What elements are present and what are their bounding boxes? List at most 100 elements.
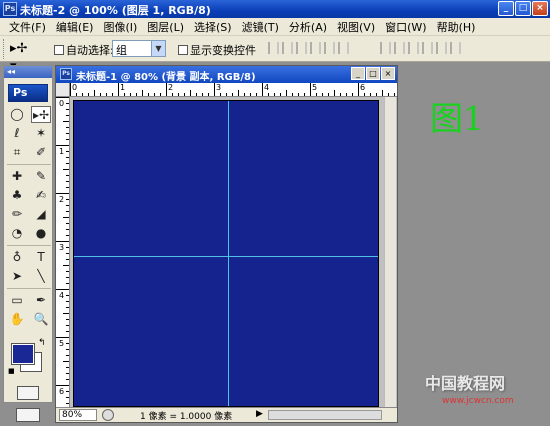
- toolbox-collapse[interactable]: ◂◂: [4, 66, 52, 78]
- menu-edit[interactable]: 编辑(E): [51, 19, 99, 35]
- quick-mask-button[interactable]: [17, 386, 39, 400]
- notes-tool-icon[interactable]: ▭: [7, 292, 27, 309]
- move-tool-icon[interactable]: ▸✢: [31, 106, 51, 123]
- ruler-tick: [66, 379, 69, 380]
- doc-close-button[interactable]: ×: [381, 67, 395, 80]
- distribute-buttons: [380, 42, 461, 54]
- type-tool-icon[interactable]: T: [31, 249, 51, 266]
- eraser-tool-icon[interactable]: ✏: [7, 206, 27, 223]
- ruler-tick: [66, 103, 69, 104]
- align-top-icon[interactable]: [268, 42, 279, 54]
- status-menu-arrow[interactable]: ▶: [256, 409, 263, 419]
- horizontal-scrollbar[interactable]: [268, 410, 382, 420]
- foreground-color-swatch[interactable]: [11, 343, 35, 365]
- ruler-tick: [262, 83, 263, 96]
- horizontal-guide[interactable]: [74, 256, 378, 257]
- photoshop-logo[interactable]: Ps: [8, 84, 48, 102]
- document-titlebar[interactable]: Ps 未标题-1 @ 80% (背景 副本, RGB/8) _ □ ×: [56, 66, 397, 83]
- ruler-tick: [66, 367, 69, 368]
- ruler-tick: [66, 391, 69, 392]
- hand-tool-icon[interactable]: ✋: [7, 311, 27, 328]
- paint-bucket-tool-icon[interactable]: ◢: [31, 206, 51, 223]
- clone-stamp-tool-icon[interactable]: ♣: [7, 187, 27, 204]
- vertical-scrollbar[interactable]: [384, 97, 396, 407]
- align-right-icon[interactable]: [338, 42, 349, 54]
- tool-preset-picker[interactable]: ▸✢ ▾: [10, 40, 38, 74]
- default-colors-icon[interactable]: ■: [8, 367, 15, 375]
- ruler-v-label: 0: [59, 99, 65, 108]
- distribute-bottom-icon[interactable]: [408, 42, 419, 54]
- ruler-tick: [82, 93, 83, 96]
- history-brush-tool-icon[interactable]: ✍: [31, 187, 51, 204]
- align-bottom-icon[interactable]: [296, 42, 307, 54]
- menu-layer[interactable]: 图层(L): [142, 19, 189, 35]
- show-transform-checkbox[interactable]: [178, 45, 188, 55]
- menu-file[interactable]: 文件(F): [4, 19, 51, 35]
- canvas[interactable]: [73, 100, 379, 407]
- distribute-vcenter-icon[interactable]: [394, 42, 405, 54]
- ruler-tick: [310, 83, 311, 96]
- magic-wand-tool-icon[interactable]: ✶: [31, 125, 51, 142]
- photoshop-icon: Ps: [3, 2, 17, 16]
- ruler-tick: [66, 115, 69, 116]
- ruler-tick: [364, 93, 365, 96]
- horizontal-ruler[interactable]: 0 1 2 3 4 5 6: [70, 83, 397, 97]
- distribute-hcenter-icon[interactable]: [436, 42, 447, 54]
- align-vcenter-icon[interactable]: [282, 42, 293, 54]
- menu-select[interactable]: 选择(S): [189, 19, 237, 35]
- distribute-right-icon[interactable]: [450, 42, 461, 54]
- brush-tool-icon[interactable]: ✎: [31, 168, 51, 185]
- maximize-button[interactable]: □: [515, 1, 531, 16]
- close-button[interactable]: ×: [532, 1, 548, 16]
- ruler-tick: [268, 93, 269, 96]
- auto-select-dropdown[interactable]: 组 ▼: [112, 40, 166, 57]
- align-left-icon[interactable]: [310, 42, 321, 54]
- zoom-tool-icon[interactable]: 🔍: [31, 311, 51, 328]
- doc-maximize-button[interactable]: □: [366, 67, 380, 80]
- document-info-icon[interactable]: [102, 409, 114, 421]
- vertical-ruler[interactable]: 0 1 2 3 4 5 6: [56, 97, 70, 407]
- marquee-tool-icon[interactable]: ◯: [7, 106, 27, 123]
- lasso-tool-icon[interactable]: ℓ: [7, 125, 27, 142]
- vertical-guide[interactable]: [228, 101, 229, 406]
- auto-select-option[interactable]: 自动选择:: [54, 42, 114, 58]
- ruler-tick: [66, 223, 69, 224]
- ruler-tick: [94, 90, 95, 96]
- menu-image[interactable]: 图像(I): [98, 19, 142, 35]
- screen-mode-button[interactable]: [16, 408, 40, 422]
- ruler-tick: [66, 187, 69, 188]
- ruler-tick: [352, 93, 353, 96]
- ruler-tick: [196, 93, 197, 96]
- blur-tool-icon[interactable]: ◔: [7, 225, 27, 242]
- show-transform-option[interactable]: 显示变换控件: [178, 42, 256, 58]
- ruler-origin[interactable]: [56, 83, 70, 97]
- menu-help[interactable]: 帮助(H): [432, 19, 481, 35]
- menu-analysis[interactable]: 分析(A): [284, 19, 332, 35]
- ruler-tick: [66, 259, 69, 260]
- crop-tool-icon[interactable]: ⌗: [7, 144, 27, 161]
- align-hcenter-icon[interactable]: [324, 42, 335, 54]
- auto-select-checkbox[interactable]: [54, 45, 64, 55]
- minimize-button[interactable]: _: [498, 1, 514, 16]
- path-selection-tool-icon[interactable]: ➤: [7, 268, 27, 285]
- ruler-tick: [56, 337, 69, 338]
- swap-colors-icon[interactable]: ↰: [38, 338, 46, 348]
- distribute-top-icon[interactable]: [380, 42, 391, 54]
- ruler-tick: [63, 313, 69, 314]
- ruler-tick: [136, 93, 137, 96]
- doc-minimize-button[interactable]: _: [351, 67, 365, 80]
- pen-tool-icon[interactable]: ♁: [7, 249, 27, 266]
- menu-filter[interactable]: 滤镜(T): [237, 19, 284, 35]
- ruler-tick: [112, 93, 113, 96]
- menu-view[interactable]: 视图(V): [332, 19, 380, 35]
- slice-tool-icon[interactable]: ✐: [31, 144, 51, 161]
- line-tool-icon[interactable]: ╲: [31, 268, 51, 285]
- app-titlebar[interactable]: Ps 未标题-2 @ 100% (图层 1, RGB/8) _ □ ×: [0, 0, 550, 18]
- eyedropper-tool-icon[interactable]: ✒: [31, 292, 51, 309]
- zoom-field[interactable]: 80%: [59, 409, 97, 421]
- healing-brush-tool-icon[interactable]: ✚: [7, 168, 27, 185]
- options-grip[interactable]: [3, 39, 6, 59]
- dodge-tool-icon[interactable]: ●: [31, 225, 51, 242]
- distribute-left-icon[interactable]: [422, 42, 433, 54]
- menu-window[interactable]: 窗口(W): [380, 19, 431, 35]
